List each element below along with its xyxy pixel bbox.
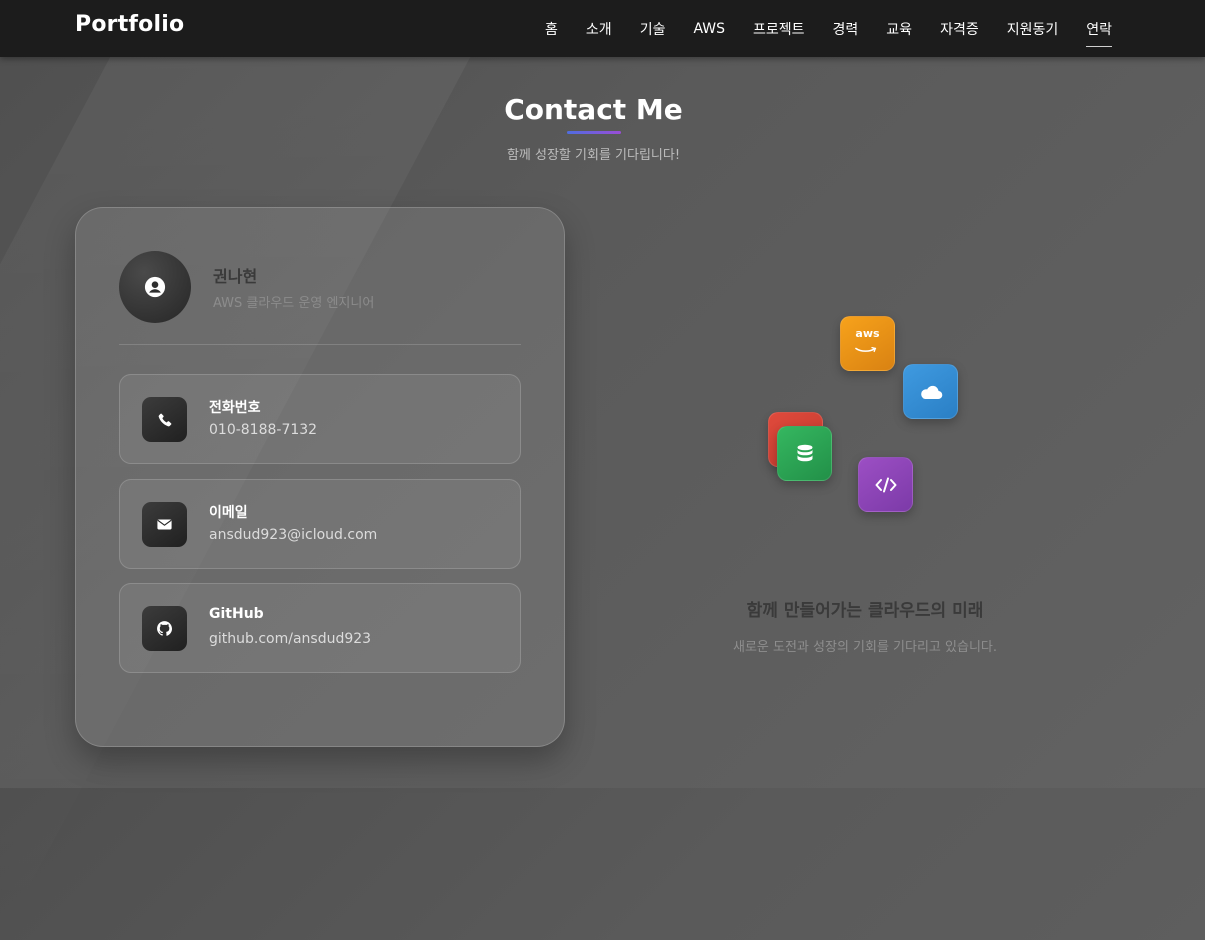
closing-subtitle: 새로운 도전과 성장의 기회를 기다리고 있습니다.	[733, 640, 997, 655]
nav-item-contact[interactable]: 연락	[1086, 13, 1112, 47]
github-icon	[157, 621, 173, 636]
nav-item-aws[interactable]: AWS	[693, 15, 725, 43]
brand-logo[interactable]: Portfolio	[75, 12, 184, 37]
github-icon-box	[142, 606, 187, 651]
contact-card: 권나현 AWS 클라우드 운영 엔지니어 전화번호 010-8188-7132 …	[75, 207, 565, 747]
top-navbar: Portfolio 홈 소개 기술 AWS 프로젝트 경력 교육 자격증 지원동…	[0, 0, 1205, 57]
nav-item-education[interactable]: 교육	[886, 13, 912, 45]
aws-text: aws	[855, 327, 880, 340]
contact-label: 이메일	[209, 505, 248, 521]
aws-smile	[855, 346, 877, 353]
contact-item-github[interactable]: GitHub github.com/ansdud923	[119, 583, 521, 673]
cloud-icon	[920, 385, 942, 399]
contact-label: GitHub	[209, 606, 264, 622]
aws-icon: aws	[855, 327, 880, 358]
code-tile	[858, 457, 913, 512]
contact-value[interactable]: github.com/ansdud923	[209, 631, 371, 647]
phone-icon	[158, 413, 171, 426]
contact-item-email[interactable]: 이메일 ansdud923@icloud.com	[119, 479, 521, 569]
title-underline	[567, 131, 621, 134]
database-icon	[797, 444, 812, 461]
envelope-icon	[157, 519, 172, 530]
profile-name: 권나현	[213, 267, 258, 286]
contact-item-phone[interactable]: 전화번호 010-8188-7132	[119, 374, 521, 464]
cloud-tile	[903, 364, 958, 419]
phone-icon-box	[142, 397, 187, 442]
user-circle-icon	[144, 276, 166, 298]
nav-item-home[interactable]: 홈	[545, 13, 558, 45]
contact-label: 전화번호	[209, 400, 261, 416]
code-icon	[875, 477, 896, 492]
nav-item-skills[interactable]: 기술	[640, 13, 666, 45]
nav-item-motivation[interactable]: 지원동기	[1007, 13, 1059, 45]
nav-menu: 홈 소개 기술 AWS 프로젝트 경력 교육 자격증 지원동기 연락	[517, 0, 1112, 57]
database-tile	[777, 426, 832, 481]
nav-item-projects[interactable]: 프로젝트	[753, 13, 805, 45]
divider	[119, 344, 521, 345]
section-subtitle: 함께 성장할 기회를 기다립니다!	[506, 148, 681, 163]
closing-title: 함께 만들어가는 클라우드의 미래	[746, 601, 984, 621]
avatar	[119, 251, 191, 323]
nav-item-career[interactable]: 경력	[833, 13, 859, 45]
envelope-icon-box	[142, 502, 187, 547]
aws-tile: aws	[840, 316, 895, 371]
section-title: Contact Me	[504, 93, 683, 126]
profile-role: AWS 클라우드 운영 엔지니어	[213, 296, 375, 311]
nav-item-about[interactable]: 소개	[586, 13, 612, 45]
nav-item-certificates[interactable]: 자격증	[940, 13, 979, 45]
contact-value[interactable]: 010-8188-7132	[209, 422, 317, 438]
contact-value[interactable]: ansdud923@icloud.com	[209, 527, 377, 543]
